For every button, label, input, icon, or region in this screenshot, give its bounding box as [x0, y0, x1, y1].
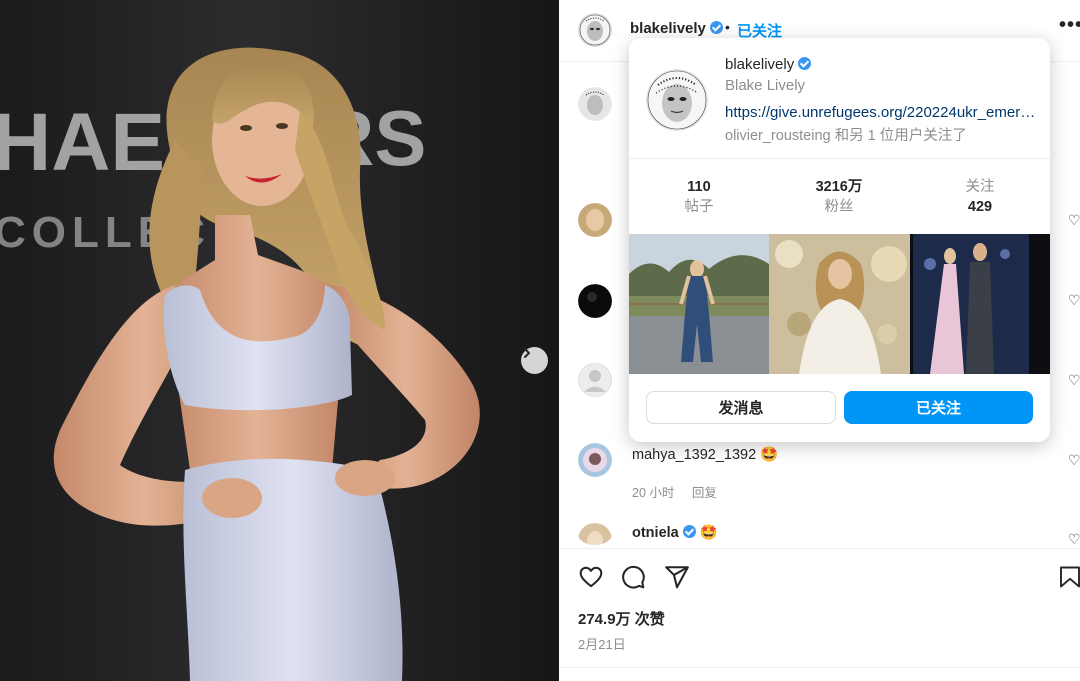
comment-avatar[interactable] — [578, 523, 612, 545]
comment-username[interactable]: mahya_1392_1392 🤩 — [632, 446, 778, 463]
comment-username-text[interactable]: mahya_1392_1392 — [632, 447, 756, 463]
avatar-art — [578, 523, 612, 545]
avatar-art — [578, 87, 612, 121]
comment-like-icon[interactable]: ♡ — [1068, 372, 1080, 389]
author-avatar[interactable] — [578, 13, 612, 47]
card-full-name: Blake Lively — [725, 77, 806, 94]
likes-count[interactable]: 274.9万 次赞 — [578, 608, 665, 629]
more-options-icon[interactable]: ••• — [1059, 14, 1080, 37]
card-username-text[interactable]: blakelively — [725, 56, 794, 73]
author-username-text[interactable]: blakelively — [630, 20, 706, 37]
chevron-right-icon — [524, 348, 530, 358]
profile-hover-card: blakelively Blake Lively https://give.un… — [629, 38, 1050, 442]
author-username[interactable]: blakelively — [630, 20, 724, 37]
verified-icon — [682, 525, 696, 538]
comment-username[interactable]: otniela 🤩 — [632, 524, 718, 541]
comment-avatar-default[interactable] — [578, 363, 612, 397]
recent-post-thumbnail[interactable] — [910, 234, 1050, 374]
stat-posts[interactable]: 110 帖子 — [629, 177, 769, 217]
caption-avatar[interactable] — [578, 87, 612, 121]
recent-posts-grid — [629, 234, 1050, 374]
following-button[interactable]: 已关注 — [844, 391, 1033, 424]
post-photo-art: HAEL RS COLLEC — [0, 0, 559, 681]
message-button[interactable]: 发消息 — [646, 391, 836, 424]
avatar-art — [578, 203, 612, 237]
recent-post-thumbnail[interactable] — [629, 234, 769, 374]
reply-button[interactable]: 回复 — [692, 486, 717, 500]
next-image-button[interactable] — [521, 347, 548, 374]
card-avatar[interactable] — [646, 69, 708, 131]
verified-icon — [798, 57, 812, 70]
avatar-art — [578, 443, 612, 477]
stat-followers-label: 粉丝 — [824, 199, 854, 215]
post-date[interactable]: 2月21日 — [578, 634, 626, 653]
stat-following-number: 429 — [967, 199, 993, 215]
star-eyes-emoji: 🤩 — [760, 447, 779, 463]
card-followed-by[interactable]: olivier_rousteing 和另 1 位用户关注了 — [725, 124, 967, 145]
save-icon[interactable] — [1058, 564, 1080, 590]
default-user-icon — [578, 363, 612, 397]
comment-meta: 20 小时 回复 — [632, 482, 731, 501]
comment-like-icon[interactable]: ♡ — [1068, 292, 1080, 309]
card-username[interactable]: blakelively — [725, 56, 812, 73]
avatar-art — [578, 284, 612, 318]
bottom-divider — [559, 667, 1080, 668]
comment-avatar[interactable] — [578, 203, 612, 237]
recent-post-thumbnail[interactable] — [769, 234, 910, 374]
likes-number: 274.9万 — [578, 611, 631, 628]
verified-icon — [710, 21, 724, 34]
card-profile-link[interactable]: https://give.unrefugees.org/220224ukr_em… — [725, 104, 1041, 121]
card-divider — [629, 158, 1050, 159]
comment-avatar[interactable] — [578, 443, 612, 477]
header-separator: • — [725, 19, 730, 35]
actions-divider — [559, 548, 1080, 549]
comment-avatar[interactable] — [578, 284, 612, 318]
like-icon[interactable] — [578, 564, 604, 590]
comment-like-icon[interactable]: ♡ — [1068, 531, 1080, 548]
share-icon[interactable] — [664, 564, 690, 590]
comment-icon[interactable] — [620, 564, 646, 590]
star-eyes-emoji: 🤩 — [699, 525, 718, 541]
comment-username-text[interactable]: otniela — [632, 525, 679, 541]
comment-like-icon[interactable]: ♡ — [1068, 212, 1080, 229]
stat-following[interactable]: 关注 429 — [910, 177, 1050, 217]
stat-following-label: 关注 — [965, 179, 995, 195]
avatar-art — [646, 69, 708, 131]
stat-followers-number: 3216万 — [815, 179, 863, 195]
stat-posts-label: 帖子 — [684, 199, 714, 215]
comment-like-icon[interactable]: ♡ — [1068, 452, 1080, 469]
comment-time: 20 小时 — [632, 486, 675, 500]
post-photo[interactable]: HAEL RS COLLEC — [0, 0, 559, 681]
likes-label: 次赞 — [634, 611, 665, 628]
stat-posts-number: 110 — [687, 179, 711, 195]
avatar-art — [578, 13, 612, 47]
stat-followers[interactable]: 3216万 粉丝 — [769, 177, 909, 217]
